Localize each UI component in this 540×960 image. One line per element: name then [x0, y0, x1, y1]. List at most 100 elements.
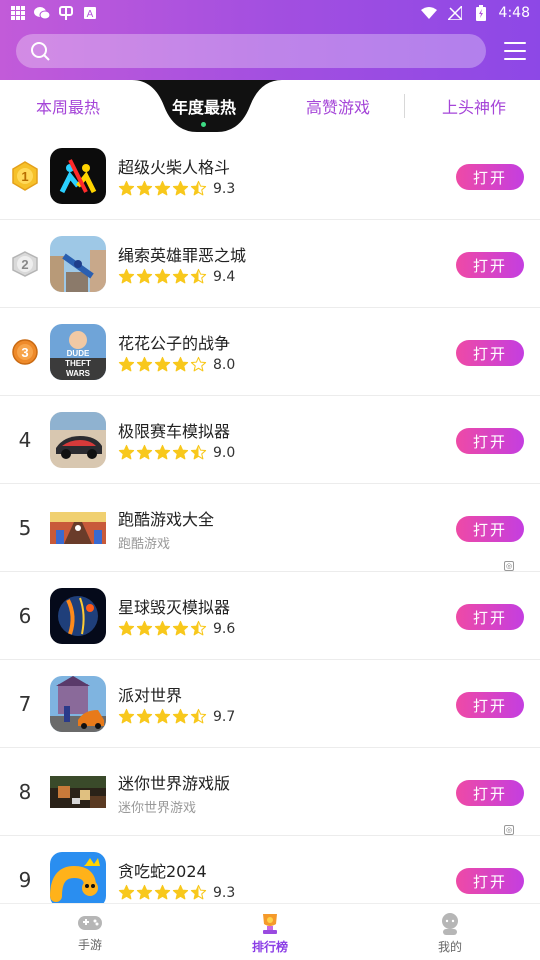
status-time: 4:48 — [498, 4, 530, 21]
star-full-icon — [172, 620, 189, 637]
wifi-icon — [420, 6, 437, 20]
nav-profile[interactable]: 我的 — [360, 904, 540, 960]
trophy-icon — [263, 914, 277, 934]
rank-silver-medal: 2 — [8, 246, 42, 282]
star-rating: 9.4 — [118, 268, 235, 285]
app-name: 迷你世界游戏版 — [118, 774, 231, 793]
gold-medal-icon: 1 — [12, 161, 38, 191]
star-full-icon — [154, 884, 171, 901]
open-button[interactable]: 打开 — [456, 692, 524, 718]
ad-indicator-icon: ◎ — [504, 561, 514, 571]
dude-theft-wars-icon[interactable]: DUDE THEFT WARS — [50, 324, 106, 380]
ad-indicator-icon: ◎ — [504, 825, 514, 835]
star-full-icon — [136, 444, 153, 461]
ranking-list: 1 超级火柴人格斗 9.3 打开 2 绳索英雄罪恶之城 9.4 打开 3 DUD… — [0, 132, 540, 924]
open-button[interactable]: 打开 — [456, 252, 524, 278]
star-half-icon — [190, 884, 207, 901]
open-button[interactable]: 打开 — [456, 428, 524, 454]
rank-number: 8 — [18, 780, 32, 804]
star-full-icon — [136, 180, 153, 197]
rank-number: 4 — [18, 428, 32, 452]
star-rating: 9.0 — [118, 444, 235, 461]
search-icon — [31, 42, 50, 61]
nav-leaderboard[interactable]: 排行榜 — [180, 904, 360, 960]
rope-hero-icon[interactable] — [50, 236, 106, 292]
menu-button[interactable] — [504, 42, 526, 60]
star-full-icon — [118, 708, 135, 725]
open-button[interactable]: 打开 — [456, 164, 524, 190]
search-input[interactable] — [16, 34, 486, 68]
star-full-icon — [118, 620, 135, 637]
svg-text:DUDE: DUDE — [67, 349, 90, 358]
rank-number: 7 — [18, 692, 32, 716]
tab-top-rated[interactable]: 高赞游戏 — [288, 80, 388, 132]
racing-car-icon[interactable] — [50, 412, 106, 468]
list-item[interactable]: 8 迷你世界游戏版 迷你世界游戏 打开 ◎ — [0, 748, 540, 836]
tab-bar: 本周最热 年度最热 高赞游戏 上头神作 — [0, 80, 540, 132]
rank-gold-medal: 1 — [8, 158, 42, 194]
star-full-icon — [118, 884, 135, 901]
bronze-medal-icon: 3 — [12, 339, 38, 365]
notification-a-icon: A — [82, 6, 98, 20]
open-button[interactable]: 打开 — [456, 340, 524, 366]
svg-text:A: A — [87, 9, 94, 19]
nav-label: 手游 — [77, 938, 102, 952]
star-full-icon — [172, 708, 189, 725]
svg-text:3: 3 — [21, 345, 28, 360]
profile-icon — [442, 913, 458, 935]
stickman-fight-icon[interactable] — [50, 148, 106, 204]
list-item[interactable]: 3 DUDE THEFT WARS 花花公子的战争 8.0 打开 — [0, 308, 540, 396]
star-half-icon — [190, 180, 207, 197]
star-rating: 9.6 — [118, 620, 235, 637]
star-half-icon — [190, 708, 207, 725]
rank-number: 9 — [18, 868, 32, 892]
nav-mobile-games[interactable]: 手游 — [0, 904, 180, 960]
rating-score: 8.0 — [213, 356, 236, 373]
app-name: 极限赛车模拟器 — [118, 422, 231, 441]
list-item[interactable]: 7 派对世界 9.7 打开 — [0, 660, 540, 748]
tab-addictive[interactable]: 上头神作 — [424, 80, 524, 132]
list-item[interactable]: 6 星球毁灭模拟器 9.6 打开 — [0, 572, 540, 660]
tab-weekly-hot[interactable]: 本周最热 — [18, 80, 118, 132]
app-subtitle: 跑酷游戏 — [118, 537, 171, 552]
app-subtitle: 迷你世界游戏 — [118, 801, 197, 816]
star-full-icon — [118, 180, 135, 197]
rating-score: 9.6 — [213, 620, 236, 637]
snake-icon[interactable] — [50, 852, 106, 908]
app-name: 绳索英雄罪恶之城 — [118, 246, 247, 265]
star-empty-icon — [190, 356, 207, 373]
star-full-icon — [136, 620, 153, 637]
mini-world-banner[interactable] — [50, 776, 106, 808]
party-world-icon[interactable] — [50, 676, 106, 732]
list-item[interactable]: 2 绳索英雄罪恶之城 9.4 打开 — [0, 220, 540, 308]
star-half-icon — [190, 444, 207, 461]
svg-text:THEFT: THEFT — [65, 359, 91, 368]
open-button[interactable]: 打开 — [456, 604, 524, 630]
list-item[interactable]: 1 超级火柴人格斗 9.3 打开 — [0, 132, 540, 220]
open-button[interactable]: 打开 — [456, 780, 524, 806]
open-button[interactable]: 打开 — [456, 516, 524, 542]
wechat-icon — [34, 6, 50, 20]
menu-icon — [504, 42, 526, 44]
bug-icon — [58, 5, 74, 20]
rating-score: 9.3 — [213, 884, 236, 901]
star-full-icon — [154, 356, 171, 373]
gamepad-icon — [78, 916, 102, 930]
star-full-icon — [154, 708, 171, 725]
rank-number: 6 — [18, 604, 32, 628]
star-full-icon — [136, 884, 153, 901]
list-item[interactable]: 4 极限赛车模拟器 9.0 打开 — [0, 396, 540, 484]
nav-label: 排行榜 — [251, 940, 288, 954]
app-header: A 4:48 — [0, 0, 540, 80]
app-name: 花花公子的战争 — [118, 334, 231, 353]
star-half-icon — [190, 268, 207, 285]
nav-label: 我的 — [437, 940, 462, 954]
parkour-banner[interactable] — [50, 512, 106, 544]
star-full-icon — [118, 356, 135, 373]
tab-divider — [404, 94, 405, 118]
planet-destroy-icon[interactable] — [50, 588, 106, 644]
open-button[interactable]: 打开 — [456, 868, 524, 894]
bottom-navigation: 手游 排行榜 我的 — [0, 903, 540, 960]
list-item[interactable]: 5 跑酷游戏大全 跑酷游戏 打开 ◎ — [0, 484, 540, 572]
silver-medal-icon: 2 — [12, 251, 38, 277]
